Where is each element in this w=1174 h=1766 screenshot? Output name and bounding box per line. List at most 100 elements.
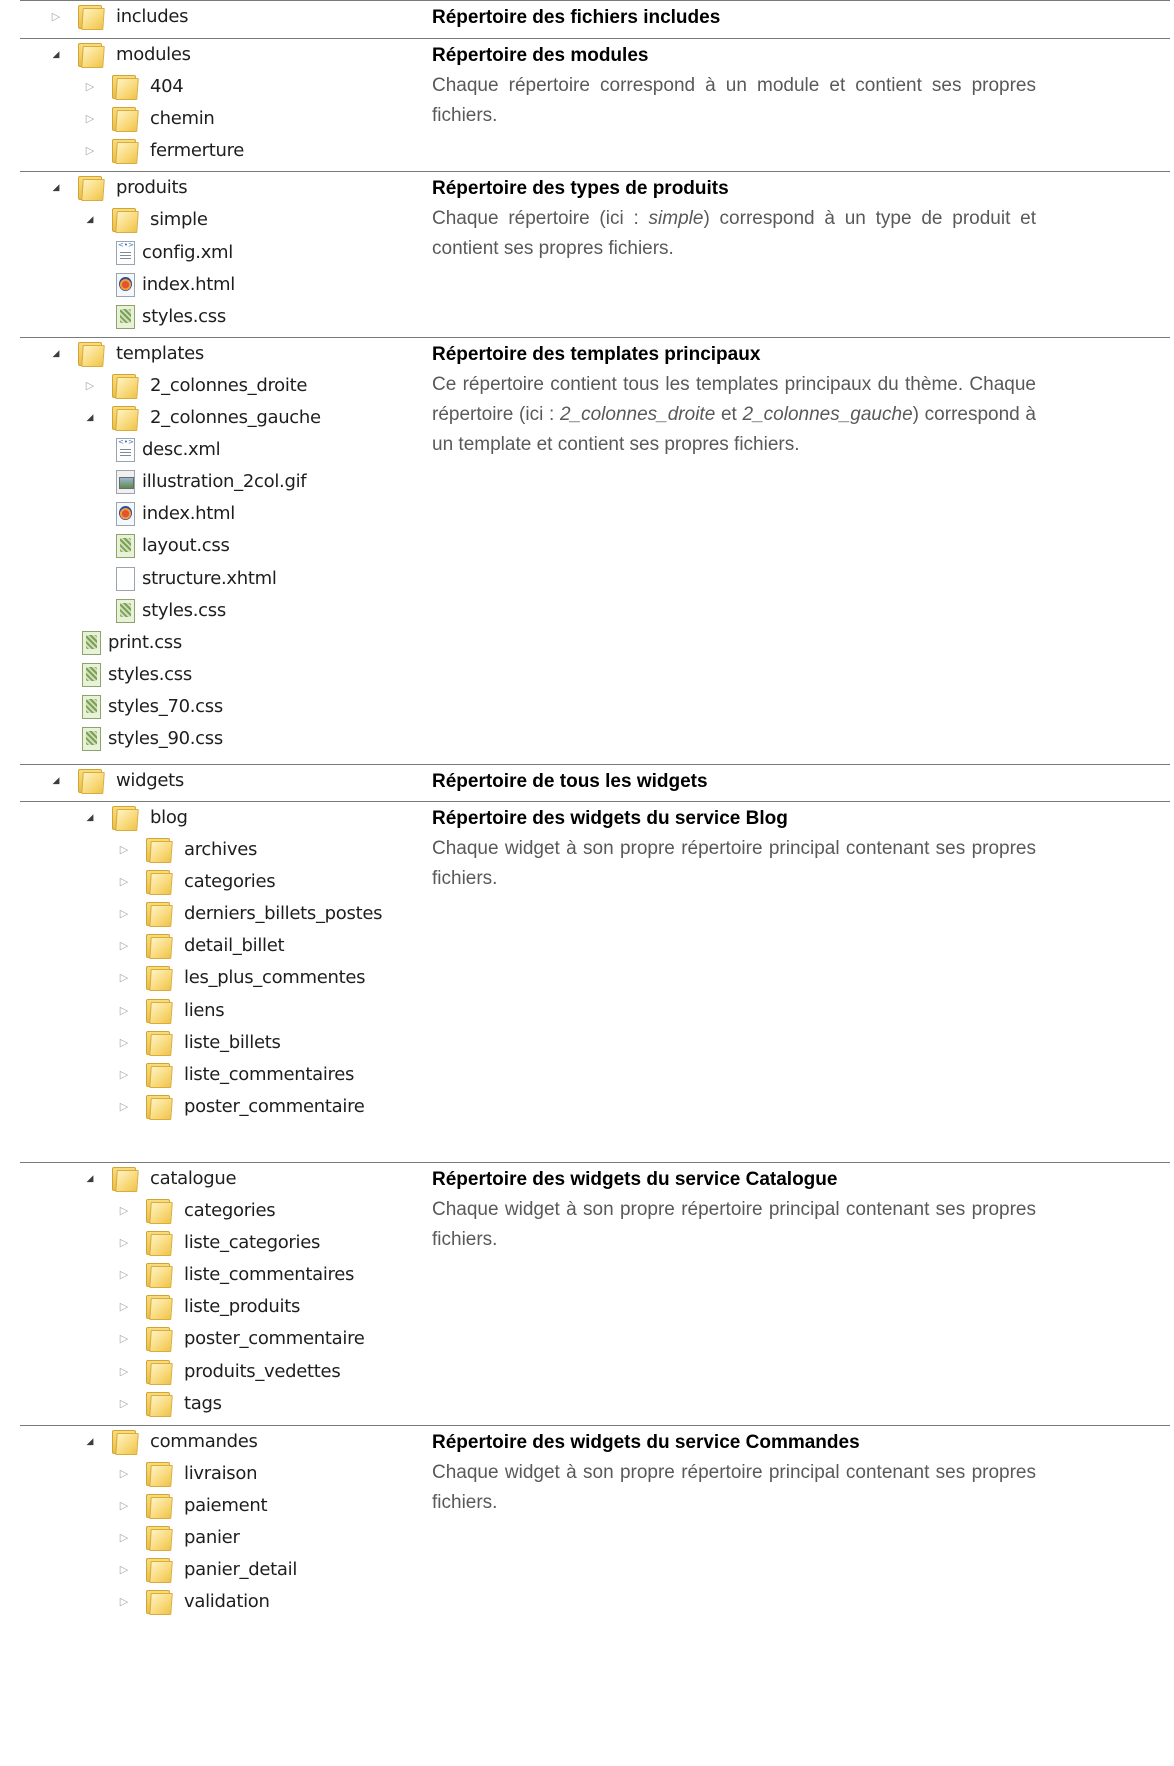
tree-folder-row[interactable]: ▷ liens [20, 995, 480, 1027]
tree-folder-row[interactable]: ▷ 404 [20, 71, 480, 103]
tree-file-row[interactable]: structure.xhtml [20, 563, 480, 595]
tree-file-row[interactable]: desc.xml [20, 434, 480, 466]
tree-folder-row[interactable]: ▷ derniers_billets_postes [20, 898, 480, 930]
tree-folder-row[interactable]: ◢ templates [20, 338, 480, 370]
folder-icon [146, 838, 173, 864]
collapsed-arrow-icon[interactable]: ▷ [118, 1532, 130, 1544]
collapsed-arrow-icon[interactable]: ▷ [118, 1036, 130, 1049]
tree-folder-row[interactable]: ▷ includes [20, 1, 480, 33]
collapsed-arrow-icon[interactable]: ▷ [118, 1564, 130, 1576]
tree-file-row[interactable]: config.xml [20, 237, 480, 269]
expanded-arrow-icon[interactable]: ◢ [50, 775, 62, 787]
collapsed-arrow-icon[interactable]: ▷ [84, 145, 96, 157]
tree-folder-row[interactable]: ◢ 2_colonnes_gauche [20, 402, 480, 434]
tree-file-row[interactable]: layout.css [20, 530, 480, 562]
tree-file-row[interactable]: index.html [20, 498, 480, 530]
tree-folder-row[interactable]: ▷ paiement [20, 1490, 480, 1522]
tree-folder-row[interactable]: ▷ detail_billet [20, 930, 480, 962]
tree-file-row[interactable]: illustration_2col.gif [20, 466, 480, 498]
tree-folder-row[interactable]: ▷ poster_commentaire [20, 1323, 480, 1355]
folder-tree: ◢ widgets [20, 765, 480, 797]
tree-folder-row[interactable]: ▷ panier [20, 1522, 480, 1554]
collapsed-arrow-icon[interactable]: ▷ [118, 1301, 130, 1313]
collapsed-arrow-icon[interactable]: ▷ [118, 908, 130, 920]
tree-folder-row[interactable]: ▷ categories [20, 1195, 480, 1227]
tree-folder-row[interactable]: ◢ commandes [20, 1426, 480, 1458]
collapsed-arrow-icon[interactable]: ▷ [118, 1333, 130, 1345]
tree-folder-row[interactable]: ▷ panier_detail [20, 1554, 480, 1586]
section-4: ◢ templates ▷ 2_colonnes_droite ◢ 2_colonnes_… [20, 336, 1170, 764]
tree-folder-row[interactable]: ▷ les_plus_commentes [20, 962, 480, 994]
tree-folder-row[interactable]: ▷ categories [20, 866, 480, 898]
collapsed-arrow-icon[interactable]: ▷ [118, 1068, 130, 1081]
expanded-arrow-icon[interactable]: ◢ [84, 412, 96, 424]
tree-folder-row[interactable]: ▷ tags [20, 1388, 480, 1420]
tree-folder-row[interactable]: ◢ widgets [20, 765, 480, 797]
collapsed-arrow-icon[interactable]: ▷ [118, 1237, 130, 1249]
collapsed-arrow-icon[interactable]: ▷ [118, 1100, 130, 1113]
tree-folder-row[interactable]: ▷ fermerture [20, 135, 480, 167]
folder-icon [146, 1231, 173, 1257]
tree-folder-row[interactable]: ◢ catalogue [20, 1163, 480, 1195]
expanded-arrow-icon[interactable]: ◢ [84, 1436, 96, 1448]
expanded-arrow-icon[interactable]: ◢ [50, 182, 62, 194]
tree-folder-row[interactable]: ▷ liste_produits [20, 1291, 480, 1323]
folder-name: liste_categories [184, 1232, 321, 1254]
tree-folder-row[interactable]: ▷ liste_billets [20, 1027, 480, 1059]
tree-folder-row[interactable]: ▷ liste_commentaires [20, 1259, 480, 1291]
collapsed-arrow-icon[interactable]: ▷ [84, 113, 96, 125]
tree-folder-row[interactable]: ▷ validation [20, 1586, 480, 1618]
tree-folder-row[interactable]: ▷ livraison [20, 1458, 480, 1490]
expanded-arrow-icon[interactable]: ◢ [84, 1173, 96, 1185]
collapsed-arrow-icon[interactable]: ▷ [118, 1004, 130, 1017]
collapsed-arrow-icon[interactable]: ▷ [118, 1596, 130, 1608]
section-3: ◢ produits ◢ simple config.xml index.html styl… [20, 171, 1170, 337]
section-title: Répertoire des modules [432, 45, 649, 66]
folder-name: categories [184, 1200, 276, 1222]
collapsed-arrow-icon[interactable]: ▷ [50, 11, 62, 23]
collapsed-arrow-icon[interactable]: ▷ [118, 1365, 130, 1378]
file-name: config.xml [142, 241, 233, 263]
tree-folder-row[interactable]: ◢ modules [20, 39, 480, 71]
tree-file-row[interactable]: styles.css [20, 595, 480, 627]
folder-icon [146, 1062, 173, 1088]
tree-folder-row[interactable]: ▷ 2_colonnes_droite [20, 370, 480, 402]
tree-file-row[interactable]: styles_90.css [20, 723, 480, 755]
tree-folder-row[interactable]: ▷ liste_categories [20, 1227, 480, 1259]
collapsed-arrow-icon[interactable]: ▷ [118, 940, 130, 952]
folder-icon [146, 998, 173, 1024]
expanded-arrow-icon[interactable]: ◢ [84, 812, 96, 824]
tree-file-row[interactable]: print.css [20, 627, 480, 659]
collapsed-arrow-icon[interactable]: ▷ [118, 1205, 130, 1217]
tree-folder-row[interactable]: ◢ produits [20, 172, 480, 204]
tree-file-row[interactable]: styles_70.css [20, 691, 480, 723]
tree-folder-row[interactable]: ▷ produits_vedettes [20, 1356, 480, 1388]
tree-folder-row[interactable]: ▷ liste_commentaires [20, 1059, 480, 1091]
tree-folder-row[interactable]: ▷ archives [20, 834, 480, 866]
collapsed-arrow-icon[interactable]: ▷ [118, 972, 130, 984]
folder-name: categories [184, 871, 276, 893]
css-file-icon [80, 694, 102, 719]
collapsed-arrow-icon[interactable]: ▷ [118, 1269, 130, 1281]
collapsed-arrow-icon[interactable]: ▷ [118, 1468, 130, 1480]
tree-folder-row[interactable]: ▷ chemin [20, 103, 480, 135]
collapsed-arrow-icon[interactable]: ▷ [118, 1397, 130, 1410]
tree-file-row[interactable]: styles.css [20, 659, 480, 691]
collapsed-arrow-icon[interactable]: ▷ [84, 81, 96, 93]
expanded-arrow-icon[interactable]: ◢ [84, 214, 96, 226]
collapsed-arrow-icon[interactable]: ▷ [84, 379, 96, 392]
tree-folder-row[interactable]: ▷ poster_commentaire [20, 1091, 480, 1123]
tree-file-row[interactable]: index.html [20, 269, 480, 301]
section-7: ◢ catalogue ▷ categories ▷ liste_categories ▷ l… [20, 1161, 1170, 1425]
section-body: Chaque répertoire (ici : simple) corresp… [432, 204, 1036, 264]
collapsed-arrow-icon[interactable]: ▷ [118, 876, 130, 888]
blank-file-icon [114, 566, 136, 591]
section-description: Répertoire des widgets du service Blog Ch… [432, 802, 1036, 894]
tree-file-row[interactable]: styles.css [20, 301, 480, 333]
expanded-arrow-icon[interactable]: ◢ [50, 348, 62, 360]
expanded-arrow-icon[interactable]: ◢ [50, 49, 62, 61]
collapsed-arrow-icon[interactable]: ▷ [118, 844, 130, 856]
tree-folder-row[interactable]: ◢ simple [20, 204, 480, 236]
tree-folder-row[interactable]: ◢ blog [20, 802, 480, 834]
collapsed-arrow-icon[interactable]: ▷ [118, 1500, 130, 1512]
